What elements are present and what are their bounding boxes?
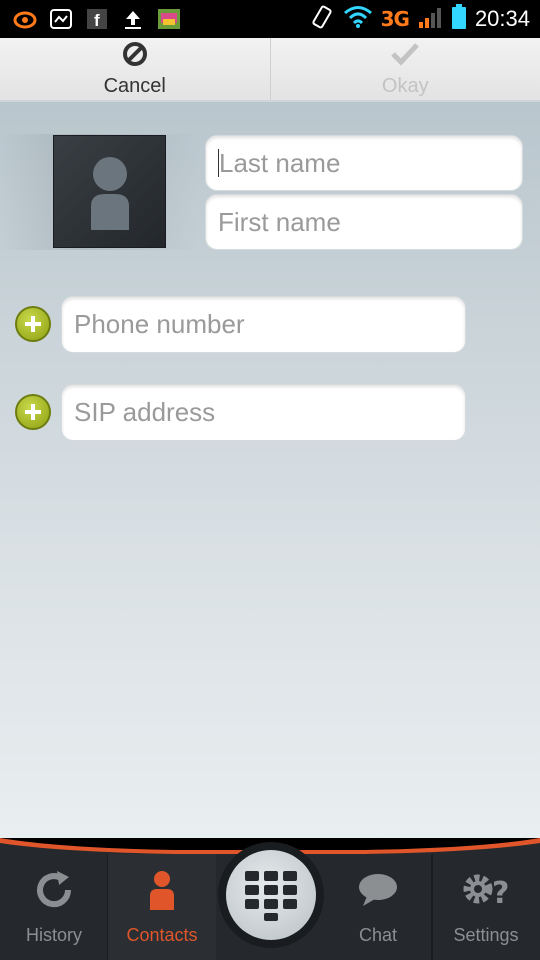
history-icon <box>33 867 75 913</box>
gallery-icon <box>48 6 74 32</box>
svg-text:?: ? <box>492 876 509 911</box>
dialpad-icon <box>245 871 297 921</box>
tab-history[interactable]: History <box>0 850 108 960</box>
tab-history-label: History <box>25 925 82 945</box>
tab-contacts-label: Contacts <box>126 925 198 945</box>
settings-icon: ? <box>460 867 512 913</box>
wifi-icon <box>343 5 373 33</box>
tab-settings-label: Settings <box>453 925 519 945</box>
okay-label: Okay <box>381 74 429 97</box>
first-name-field[interactable]: First name <box>205 194 523 250</box>
okay-button[interactable]: Okay <box>271 38 540 100</box>
add-phone-button[interactable] <box>15 306 51 342</box>
plus-icon <box>25 316 41 332</box>
cancel-label: Cancel <box>103 74 166 97</box>
last-name-field[interactable]: Last name <box>205 135 523 191</box>
app-swirl-icon <box>12 6 38 32</box>
phone-number-field[interactable]: Phone number <box>61 296 466 353</box>
svg-text:f: f <box>94 11 100 30</box>
plus-icon <box>25 404 41 420</box>
facebook-icon: f <box>84 6 110 32</box>
clock: 20:34 <box>474 6 530 31</box>
chat-icon <box>357 867 399 913</box>
tab-contacts[interactable]: Contacts <box>108 854 216 960</box>
person-placeholder-icon <box>90 156 129 230</box>
rotate-icon <box>309 4 335 34</box>
battery-icon <box>451 4 467 34</box>
add-sip-button[interactable] <box>15 394 51 430</box>
bottom-navigation: History Contacts Chat ? Settings <box>0 838 540 960</box>
tab-chat[interactable]: Chat <box>324 850 432 960</box>
contacts-icon <box>148 867 176 913</box>
first-name-placeholder: First name <box>218 206 341 237</box>
tab-settings[interactable]: ? Settings <box>432 850 540 960</box>
network-type: 3G <box>380 7 410 31</box>
sip-placeholder: SIP address <box>74 397 216 427</box>
status-bar: f 3G 20:34 <box>0 0 540 38</box>
app-thumbnail-icon <box>156 6 182 32</box>
last-name-placeholder: Last name <box>219 147 341 178</box>
checkmark-icon <box>390 41 420 75</box>
contact-avatar[interactable] <box>53 135 166 248</box>
cancel-icon <box>122 41 148 75</box>
dialpad-button[interactable] <box>218 842 324 948</box>
contact-edit-form: Last name First name Phone number SIP ad… <box>0 102 540 838</box>
action-bar: Cancel Okay <box>0 38 540 102</box>
sip-address-field[interactable]: SIP address <box>61 384 466 441</box>
phone-placeholder: Phone number <box>74 309 245 339</box>
upload-icon <box>120 6 146 32</box>
signal-icon <box>417 5 443 33</box>
cancel-button[interactable]: Cancel <box>0 38 271 100</box>
tab-chat-label: Chat <box>358 925 398 945</box>
